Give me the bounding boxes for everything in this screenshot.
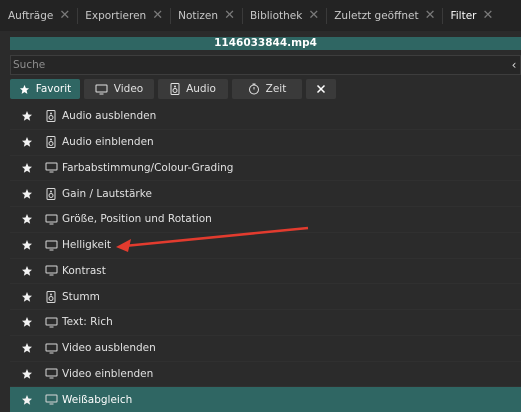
filter-list: Audio ausblenden Audio einblenden Farbabst…	[10, 104, 521, 412]
filter-row[interactable]: Farbabstimmung/Colour-Grading	[10, 156, 521, 182]
monitor-icon	[44, 317, 58, 328]
tab-separator	[241, 7, 243, 24]
star-icon[interactable]	[10, 110, 44, 122]
close-icon[interactable]: ✕	[425, 9, 436, 22]
star-icon[interactable]	[10, 291, 44, 303]
star-icon[interactable]	[10, 342, 44, 354]
filter-row[interactable]: Video ausblenden	[10, 336, 521, 362]
tab-label: Aufträge	[8, 9, 54, 22]
clear-filter-button[interactable]	[306, 79, 336, 99]
close-icon[interactable]: ✕	[59, 9, 70, 22]
tab-exportieren[interactable]: Exportieren ✕	[81, 0, 167, 31]
speaker-icon	[44, 110, 58, 123]
close-icon	[316, 84, 326, 94]
close-icon[interactable]: ✕	[482, 9, 493, 22]
filter-row[interactable]: Kontrast	[10, 259, 521, 285]
tab-label: Zuletzt geöffnet	[334, 9, 419, 22]
tab-separator	[442, 7, 444, 24]
monitor-icon	[44, 265, 58, 276]
monitor-icon	[44, 214, 58, 225]
filter-row[interactable]: Audio ausblenden	[10, 104, 521, 130]
search-row: ‹	[10, 55, 521, 75]
tab-label: Exportieren	[85, 9, 147, 22]
filter-label: Kontrast	[62, 264, 106, 277]
filter-label: Video ausblenden	[62, 342, 156, 355]
tab-label: Notizen	[178, 9, 219, 22]
video-label: Video	[113, 83, 144, 95]
filter-row[interactable]: Helligkeit	[10, 233, 521, 259]
star-icon[interactable]	[10, 136, 44, 148]
monitor-icon	[95, 84, 108, 95]
filter-row[interactable]: Größe, Position und Rotation	[10, 207, 521, 233]
speaker-icon	[170, 83, 180, 95]
filter-panel: Aufträge ✕ Exportieren ✕ Notizen ✕ Bibli…	[0, 0, 525, 412]
monitor-icon	[44, 162, 58, 173]
filter-row[interactable]: Video einblenden	[10, 362, 521, 388]
file-title: 1146033844.mp4	[10, 37, 521, 50]
favorit-label: Favorit	[35, 83, 72, 95]
star-icon[interactable]	[10, 265, 44, 277]
star-icon[interactable]	[10, 239, 44, 251]
filter-label: Video einblenden	[62, 367, 154, 380]
video-button[interactable]: Video	[84, 79, 154, 99]
close-icon[interactable]: ✕	[308, 9, 319, 22]
filter-label: Größe, Position und Rotation	[62, 213, 212, 226]
close-icon[interactable]: ✕	[224, 9, 235, 22]
favorit-button[interactable]: Favorit	[10, 79, 80, 99]
filter-label: Audio ausblenden	[62, 110, 157, 123]
zeit-button[interactable]: Zeit	[232, 79, 302, 99]
filter-category-buttons: Favorit Video Audio Zeit	[10, 79, 521, 99]
star-icon[interactable]	[10, 213, 44, 225]
collapse-icon[interactable]: ‹	[508, 58, 520, 72]
filter-label: Stumm	[62, 290, 100, 303]
tab-bibliothek[interactable]: Bibliothek ✕	[246, 0, 323, 31]
speaker-icon	[44, 136, 58, 149]
tab-notizen[interactable]: Notizen ✕	[174, 0, 239, 31]
filter-label: Text: Rich	[62, 316, 113, 329]
tab-separator	[326, 7, 328, 24]
star-icon	[19, 84, 30, 95]
filter-row[interactable]: Text: Rich	[10, 310, 521, 336]
filter-label: Weißabgleich	[62, 393, 133, 406]
filter-label: Audio einblenden	[62, 136, 154, 149]
close-icon[interactable]: ✕	[152, 9, 163, 22]
filter-row[interactable]: Stumm	[10, 284, 521, 310]
monitor-icon	[44, 343, 58, 354]
filter-label: Helligkeit	[62, 239, 111, 252]
speaker-icon	[44, 290, 58, 303]
star-icon[interactable]	[10, 316, 44, 328]
tab-label: Bibliothek	[249, 9, 303, 22]
speaker-icon	[44, 187, 58, 200]
monitor-icon	[44, 240, 58, 251]
filter-row[interactable]: Gain / Lautstärke	[10, 181, 521, 207]
filter-label: Gain / Lautstärke	[62, 187, 152, 200]
tab-label: Filter	[450, 9, 477, 22]
tab-separator	[170, 7, 172, 24]
monitor-icon	[44, 368, 58, 379]
audio-label: Audio	[186, 83, 216, 95]
star-icon[interactable]	[10, 162, 44, 174]
star-icon[interactable]	[10, 188, 44, 200]
tab-zuletzt-geoeffnet[interactable]: Zuletzt geöffnet ✕	[330, 0, 439, 31]
monitor-icon	[44, 394, 58, 405]
filter-row[interactable]: Audio einblenden	[10, 130, 521, 156]
timer-icon	[248, 83, 260, 95]
star-icon[interactable]	[10, 368, 44, 380]
zeit-label: Zeit	[265, 83, 287, 95]
tab-separator	[77, 7, 79, 24]
filter-label: Farbabstimmung/Colour-Grading	[62, 161, 234, 174]
tab-bar: Aufträge ✕ Exportieren ✕ Notizen ✕ Bibli…	[0, 0, 521, 31]
tab-filter[interactable]: Filter ✕	[446, 0, 497, 31]
tab-auftraege[interactable]: Aufträge ✕	[4, 0, 74, 31]
star-icon[interactable]	[10, 394, 44, 406]
filter-row[interactable]: Weißabgleich	[10, 387, 521, 412]
search-input[interactable]	[11, 56, 508, 74]
audio-button[interactable]: Audio	[158, 79, 228, 99]
